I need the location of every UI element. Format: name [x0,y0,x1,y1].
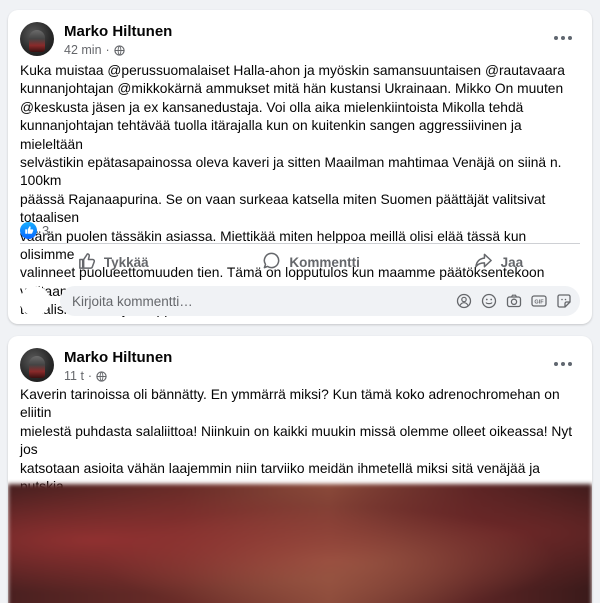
post-text: Kuka muistaa @perussuomalaiset Halla-aho… [20,63,565,318]
action-bar: Tykkää Kommentti Jaa [20,247,580,277]
globe-icon [96,370,107,382]
author-avatar[interactable] [20,348,54,382]
like-button[interactable]: Tykkää [67,247,159,277]
post-meta: 11 t · [64,369,107,383]
thumbs-up-icon [77,251,96,273]
comment-input[interactable] [72,293,352,309]
post-meta: 42 min · [64,43,125,57]
svg-text:GIF: GIF [534,300,544,306]
camera-icon[interactable] [506,293,522,309]
post-image[interactable] [8,484,592,603]
reaction-summary[interactable]: 3 [20,221,49,239]
comment-label: Kommentti [289,254,360,270]
post-timestamp[interactable]: 42 min [64,43,102,57]
like-reaction-icon [20,221,37,239]
post-header: Marko Hiltunen 42 min · [20,22,580,66]
author-name[interactable]: Marko Hiltunen [64,23,172,40]
globe-icon [114,44,125,56]
like-label: Tykkää [103,254,149,270]
emoji-icon[interactable] [481,293,497,309]
meta-separator: · [87,369,93,383]
comment-tools: GIF [456,293,572,309]
news-feed: Marko Hiltunen 42 min · Kuka muistaa @pe… [0,0,600,603]
gif-icon[interactable]: GIF [531,293,547,309]
post-card: Marko Hiltunen 11 t · Kaverin tarinoissa… [8,336,592,603]
avatar-sticker-icon[interactable] [456,293,472,309]
more-options-icon[interactable] [550,354,576,374]
comment-box[interactable]: GIF [60,286,580,316]
comment-composer: GIF [20,286,580,316]
share-label: Jaa [500,254,524,270]
comment-button[interactable]: Kommentti [252,247,370,277]
sticker-icon[interactable] [556,293,572,309]
meta-separator: · [105,43,110,57]
current-user-avatar[interactable] [20,286,50,316]
post-card: Marko Hiltunen 42 min · Kuka muistaa @pe… [8,10,592,324]
reaction-count: 3 [42,222,50,238]
author-avatar[interactable] [20,22,54,56]
post-timestamp[interactable]: 11 t [64,369,84,383]
divider [20,243,580,244]
more-options-icon[interactable] [550,28,576,48]
share-arrow-icon [474,251,493,273]
share-button[interactable]: Jaa [464,247,534,277]
speech-bubble-icon [262,251,281,273]
author-name[interactable]: Marko Hiltunen [64,349,172,366]
